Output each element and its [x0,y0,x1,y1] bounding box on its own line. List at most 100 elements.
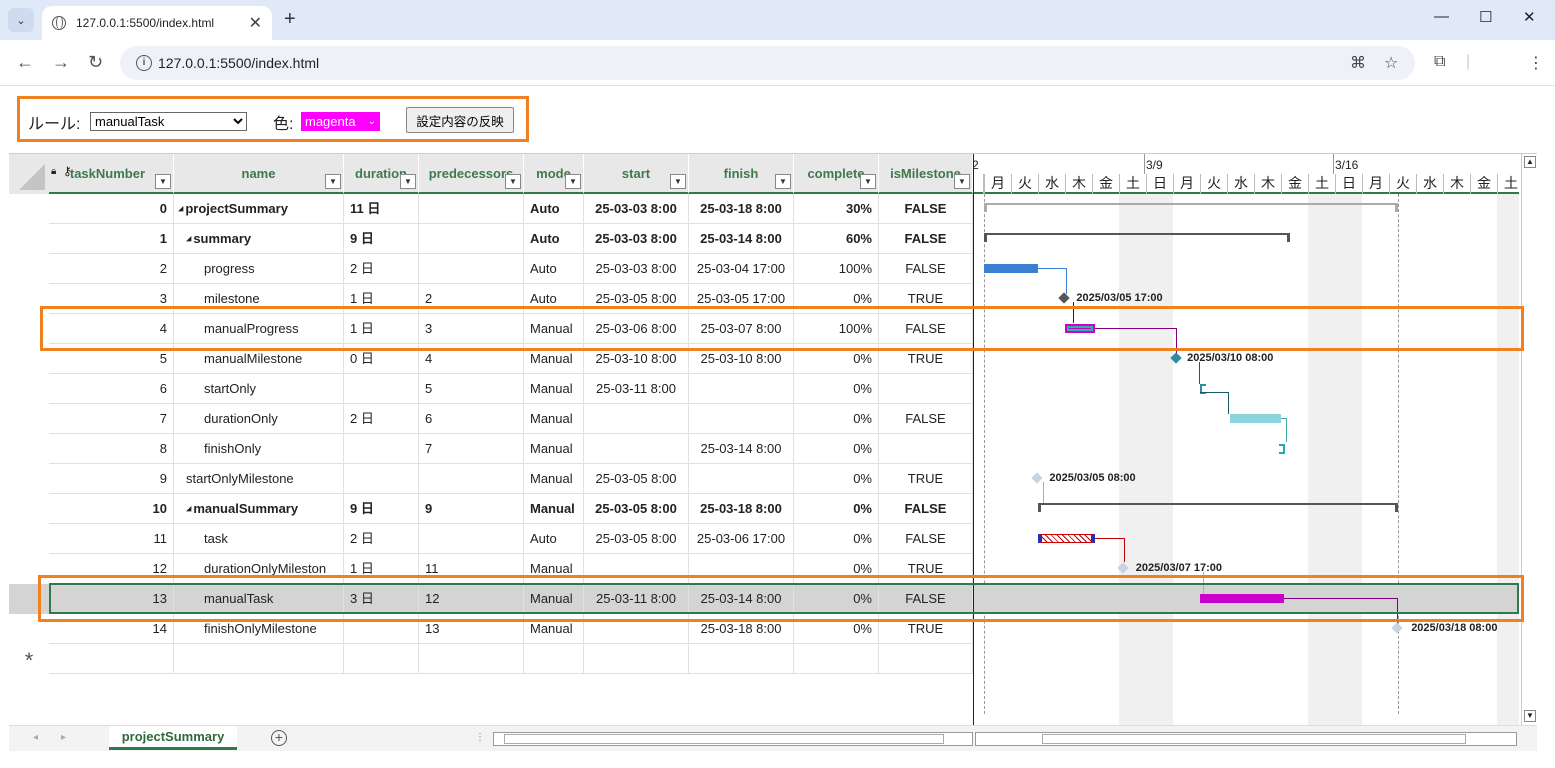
cell-finish[interactable]: 25-03-14 8:00 [689,434,794,464]
cell-complete[interactable]: 0% [794,584,879,614]
filter-dropdown-icon[interactable]: ▼ [775,174,791,189]
cell-tasknumber[interactable]: 10 [49,494,174,524]
cell-name[interactable]: ◢ manualSummary [174,494,344,524]
cell-complete[interactable]: 0% [794,284,879,314]
filter-dropdown-icon[interactable]: ▼ [565,174,581,189]
cell-tasknumber[interactable]: 3 [49,284,174,314]
cell-tasknumber[interactable]: 4 [49,314,174,344]
cell-ismilestone[interactable]: FALSE [879,404,973,434]
cell-ismilestone[interactable]: TRUE [879,464,973,494]
row-header[interactable] [9,254,49,284]
cell-complete[interactable]: 0% [794,344,879,374]
cell-mode[interactable]: Auto [524,524,584,554]
cell-mode[interactable]: Manual [524,554,584,584]
cell-predecessors[interactable]: 11 [419,554,524,584]
translate-icon[interactable]: ⌘ [1350,53,1366,73]
cell-ismilestone[interactable]: FALSE [879,314,973,344]
column-header-predecessors[interactable]: predecessors ▼ [419,154,524,194]
cell-predecessors[interactable]: 2 [419,284,524,314]
reload-button[interactable]: ↻ [88,52,103,73]
filter-dropdown-icon[interactable]: ▼ [505,174,521,189]
cell-finish[interactable] [689,404,794,434]
color-select[interactable]: magenta ⌄ [301,112,380,131]
cell-ismilestone[interactable]: FALSE [879,524,973,554]
cell-predecessors[interactable]: 6 [419,404,524,434]
cell-finish[interactable]: 25-03-06 17:00 [689,524,794,554]
cell-start[interactable]: 25-03-03 8:00 [584,194,689,224]
rule-select[interactable]: manualTask [90,112,247,131]
column-header-mode[interactable]: mode ▼ [524,154,584,194]
splitter-handle-icon[interactable]: ⋮ [475,732,485,743]
bookmark-star-icon[interactable]: ☆ [1384,53,1398,73]
cell-finish[interactable]: 25-03-18 8:00 [689,494,794,524]
cell-tasknumber[interactable]: 1 [49,224,174,254]
cell-duration[interactable] [344,374,419,404]
cell-duration[interactable]: 9 日 [344,494,419,524]
row-header[interactable] [9,194,49,224]
cell-finish[interactable]: 25-03-18 8:00 [689,194,794,224]
filter-dropdown-icon[interactable]: ▼ [670,174,686,189]
cell-complete[interactable]: 100% [794,314,879,344]
cell-finish[interactable]: 25-03-14 8:00 [689,224,794,254]
cell-predecessors[interactable]: 9 [419,494,524,524]
prev-sheet-icon[interactable]: ◂ [33,732,38,743]
cell-name[interactable]: startOnly [174,374,344,404]
extensions-icon[interactable]: ⧉ [1434,53,1445,71]
cell-duration[interactable] [344,434,419,464]
forward-button[interactable]: → [52,52,70,73]
cell-tasknumber[interactable]: 9 [49,464,174,494]
cell-duration[interactable]: 1 日 [344,284,419,314]
cell-duration[interactable] [344,464,419,494]
new-row-cell[interactable] [419,644,524,674]
cell-complete[interactable]: 0% [794,434,879,464]
row-header[interactable] [9,314,49,344]
cell-start[interactable] [584,434,689,464]
cell-duration[interactable]: 2 日 [344,524,419,554]
cell-complete[interactable]: 0% [794,524,879,554]
cell-ismilestone[interactable] [879,374,973,404]
cell-tasknumber[interactable]: 7 [49,404,174,434]
cell-complete[interactable]: 0% [794,614,879,644]
cell-duration[interactable] [344,614,419,644]
cell-mode[interactable]: Manual [524,494,584,524]
cell-start[interactable]: 25-03-05 8:00 [584,284,689,314]
cell-complete[interactable]: 100% [794,254,879,284]
row-header[interactable] [9,614,49,644]
column-header-tasknumber[interactable]: taskNumber 🔒︎ ⚷ ▼ [49,154,174,194]
cell-duration[interactable]: 2 日 [344,404,419,434]
new-row-marker[interactable]: * [9,644,49,674]
cell-name[interactable]: startOnlyMilestone [174,464,344,494]
cell-mode[interactable]: Manual [524,434,584,464]
cell-complete[interactable]: 0% [794,464,879,494]
back-button[interactable]: ← [16,52,34,73]
new-row-cell[interactable] [794,644,879,674]
filter-dropdown-icon[interactable]: ▼ [155,174,171,189]
cell-mode[interactable]: Auto [524,254,584,284]
cell-name[interactable]: progress [174,254,344,284]
cell-start[interactable]: 25-03-05 8:00 [584,464,689,494]
new-row-cell[interactable] [879,644,973,674]
column-header-start[interactable]: start ▼ [584,154,689,194]
cell-duration[interactable]: 2 日 [344,254,419,284]
row-header[interactable] [9,524,49,554]
cell-predecessors[interactable]: 5 [419,374,524,404]
cell-finish[interactable]: 25-03-18 8:00 [689,614,794,644]
cell-name[interactable]: milestone [174,284,344,314]
browser-tab[interactable]: 127.0.0.1:5500/index.html ✕ [42,6,272,40]
address-bar[interactable]: i 127.0.0.1:5500/index.html ⌘ ☆ [120,46,1415,80]
cell-predecessors[interactable]: 4 [419,344,524,374]
cell-ismilestone[interactable]: FALSE [879,224,973,254]
column-header-name[interactable]: name ▼ [174,154,344,194]
select-all-corner[interactable] [9,154,49,194]
horizontal-scrollbar-left[interactable] [493,732,973,746]
maximize-button[interactable]: ☐ [1479,8,1492,26]
cell-name[interactable]: task [174,524,344,554]
cell-tasknumber[interactable]: 8 [49,434,174,464]
cell-predecessors[interactable] [419,254,524,284]
cell-finish[interactable]: 25-03-05 17:00 [689,284,794,314]
cell-mode[interactable]: Manual [524,614,584,644]
filter-dropdown-icon[interactable]: ▼ [400,174,416,189]
cell-predecessors[interactable] [419,194,524,224]
sheet-tab-projectsummary[interactable]: projectSummary [109,726,237,750]
cell-name[interactable]: durationOnly [174,404,344,434]
